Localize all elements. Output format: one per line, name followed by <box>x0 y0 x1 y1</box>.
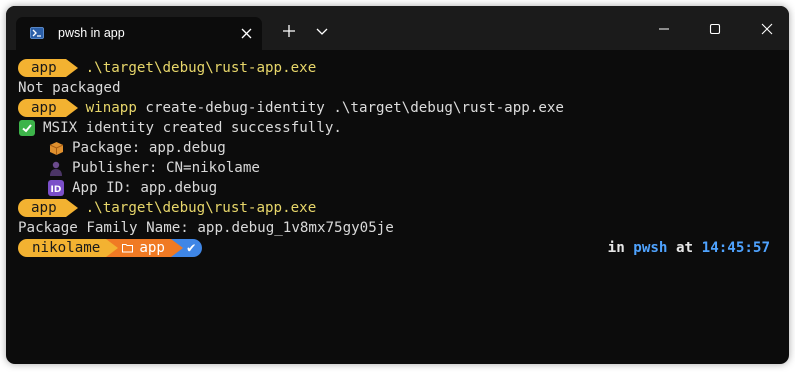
output-line: Not packaged <box>18 78 778 98</box>
terminal-window: pwsh in app app .\target\debug\rust-app.… <box>6 6 789 364</box>
folder-icon <box>122 244 134 253</box>
command-args: create-debug-identity .\target\debug\rus… <box>136 100 564 116</box>
command-text: .\target\debug\rust-app.exe <box>85 60 317 76</box>
plus-icon[interactable] <box>282 24 296 38</box>
prompt-line: app .\target\debug\rust-app.exe <box>18 58 778 78</box>
minimize-icon <box>659 28 669 30</box>
output-text: MSIX identity created successfully. <box>43 120 342 136</box>
prompt-line: app .\target\debug\rust-app.exe <box>18 198 778 218</box>
terminal-output[interactable]: app .\target\debug\rust-app.exe Not pack… <box>18 58 778 258</box>
right-prompt: in pwsh at 14:45:57 <box>608 238 770 258</box>
person-icon <box>48 160 64 176</box>
close-window-button[interactable] <box>755 19 779 39</box>
prompt-segment-user: nikolame <box>18 239 119 257</box>
output-line: Package: app.debug <box>18 138 778 158</box>
chevron-down-icon[interactable] <box>316 26 328 36</box>
prompt-segment-dir: app <box>18 99 78 117</box>
right-prompt-shell: pwsh <box>633 240 668 256</box>
prompt-segment-dir: app <box>18 199 78 217</box>
output-text: Publisher: CN=nikolame <box>72 160 260 176</box>
check-mark-icon <box>19 120 35 136</box>
id-icon: ID <box>48 180 64 196</box>
tab-pwsh[interactable]: pwsh in app <box>16 17 262 50</box>
command-text: .\target\debug\rust-app.exe <box>85 200 317 216</box>
close-icon <box>761 23 773 35</box>
right-prompt-time: 14:45:57 <box>701 240 770 256</box>
package-icon <box>48 140 64 156</box>
output-text: Package Family Name: app.debug_1v8mx75gy… <box>18 220 394 236</box>
title-bar: pwsh in app <box>6 6 789 50</box>
prompt-line: app winapp create-debug-identity .\targe… <box>18 98 778 118</box>
output-text: Package: app.debug <box>72 140 226 156</box>
prompt-segment-dir: app <box>18 59 78 77</box>
powershell-icon <box>30 27 44 39</box>
maximize-button[interactable] <box>703 19 727 39</box>
right-prompt-at: at <box>676 240 694 256</box>
output-text: App ID: app.debug <box>72 180 218 196</box>
svg-text:ID: ID <box>51 185 62 194</box>
output-line: ID App ID: app.debug <box>18 178 778 198</box>
active-prompt-line[interactable]: nikolame app ✔ in pwsh at 14:45:57 <box>18 238 778 258</box>
close-icon[interactable] <box>241 28 252 39</box>
output-line: MSIX identity created successfully. <box>18 118 778 138</box>
minimize-button[interactable] <box>652 19 676 39</box>
output-line: Package Family Name: app.debug_1v8mx75gy… <box>18 218 778 238</box>
right-prompt-in: in <box>607 240 625 256</box>
command-program: winapp <box>85 100 137 116</box>
maximize-icon <box>709 23 721 35</box>
output-text: Not packaged <box>18 80 121 96</box>
tab-title: pwsh in app <box>58 26 125 40</box>
prompt-dir-label: app <box>139 240 165 256</box>
output-line: Publisher: CN=nikolame <box>18 158 778 178</box>
